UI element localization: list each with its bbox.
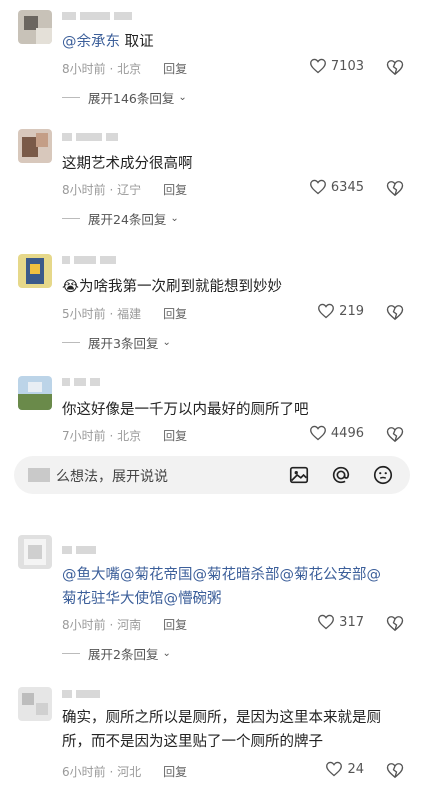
reply-button[interactable]: 回复 xyxy=(163,183,187,197)
comment-meta: 8小时前 · 北京 回复 xyxy=(62,62,188,76)
mention-list-line2[interactable]: 菊花驻华大使馆@懵碗粥 xyxy=(62,587,381,611)
crying-emoji: 😭 xyxy=(62,279,79,295)
avatar[interactable] xyxy=(18,254,52,288)
comment-input-bar[interactable]: 么想法，展开说说 xyxy=(14,456,410,494)
comment-text: 😭为啥我第一次刷到就能想到妙妙 xyxy=(62,279,282,295)
chevron-down-icon: ⌄ xyxy=(178,92,187,103)
avatar[interactable] xyxy=(18,687,52,721)
username-blurred[interactable] xyxy=(62,12,136,22)
username-blurred[interactable] xyxy=(62,133,122,143)
comment-meta: 6小时前 · 河北 回复 xyxy=(62,765,188,779)
heart-icon xyxy=(309,179,327,195)
avatar[interactable] xyxy=(18,10,52,44)
avatar[interactable] xyxy=(18,535,52,569)
smiley-icon[interactable] xyxy=(372,464,394,486)
reply-button[interactable]: 回复 xyxy=(163,62,187,76)
comment-meta: 7小时前 · 北京 回复 xyxy=(62,429,188,443)
comment-input-placeholder[interactable]: 么想法，展开说说 xyxy=(56,466,168,486)
comment-text-line1: 确实，厕所之所以是厕所，是因为这里本来就是厕 xyxy=(62,710,381,726)
broken-heart-icon[interactable] xyxy=(386,59,404,76)
like-button[interactable]: 317 xyxy=(317,614,364,630)
like-button[interactable]: 7103 xyxy=(309,58,364,74)
username-blurred[interactable] xyxy=(62,378,104,388)
mention-list-line1[interactable]: @鱼大嘴@菊花帝国@菊花暗杀部@菊花公安部@ xyxy=(62,563,381,587)
expand-replies-button[interactable]: 展开24条回复 ⌄ xyxy=(62,209,179,228)
heart-icon xyxy=(317,614,335,630)
reply-button[interactable]: 回复 xyxy=(163,618,187,632)
broken-heart-icon[interactable] xyxy=(386,180,404,197)
comment-meta: 8小时前 · 辽宁 回复 xyxy=(62,183,188,197)
comment-text: @余承东 取证 xyxy=(62,34,154,50)
mention-link[interactable]: @余承东 xyxy=(62,34,120,50)
like-button[interactable]: 4496 xyxy=(309,425,364,441)
comment-text: 这期艺术成分很高啊 xyxy=(62,156,193,172)
username-blurred[interactable] xyxy=(62,546,100,556)
expand-replies-button[interactable]: 展开3条回复 ⌄ xyxy=(62,333,171,352)
chevron-down-icon: ⌄ xyxy=(162,648,171,659)
at-icon[interactable] xyxy=(330,464,352,486)
comment-text: 确实，厕所之所以是厕所，是因为这里本来就是厕 所，而不是因为这里贴了一个厕所的牌… xyxy=(62,706,381,754)
broken-heart-icon[interactable] xyxy=(386,304,404,321)
username-blurred[interactable] xyxy=(62,690,104,700)
chevron-down-icon: ⌄ xyxy=(170,213,179,224)
username-blurred[interactable] xyxy=(62,256,120,266)
chevron-down-icon: ⌄ xyxy=(162,337,171,348)
expand-replies-button[interactable]: 展开146条回复 ⌄ xyxy=(62,88,187,107)
expand-replies-button[interactable]: 展开2条回复 ⌄ xyxy=(62,644,171,663)
heart-icon xyxy=(317,303,335,319)
heart-icon xyxy=(325,761,343,777)
heart-icon xyxy=(309,58,327,74)
reply-button[interactable]: 回复 xyxy=(163,307,187,321)
broken-heart-icon[interactable] xyxy=(386,615,404,632)
blurred-text xyxy=(28,468,50,482)
image-icon[interactable] xyxy=(288,464,310,486)
like-button[interactable]: 219 xyxy=(317,303,364,319)
comment-meta: 5小时前 · 福建 回复 xyxy=(62,307,188,321)
reply-button[interactable]: 回复 xyxy=(163,765,187,779)
broken-heart-icon[interactable] xyxy=(386,762,404,779)
avatar[interactable] xyxy=(18,376,52,410)
like-button[interactable]: 6345 xyxy=(309,179,364,195)
avatar[interactable] xyxy=(18,129,52,163)
like-button[interactable]: 24 xyxy=(325,761,364,777)
comment-text: 你这好像是一千万以内最好的厕所了吧 xyxy=(62,402,309,418)
heart-icon xyxy=(309,425,327,441)
reply-button[interactable]: 回复 xyxy=(163,429,187,443)
comment-text: @鱼大嘴@菊花帝国@菊花暗杀部@菊花公安部@ 菊花驻华大使馆@懵碗粥 xyxy=(62,563,381,611)
comment-meta: 8小时前 · 河南 回复 xyxy=(62,618,188,632)
comment-text-line2: 所，而不是因为这里贴了一个厕所的牌子 xyxy=(62,734,323,750)
broken-heart-icon[interactable] xyxy=(386,426,404,443)
